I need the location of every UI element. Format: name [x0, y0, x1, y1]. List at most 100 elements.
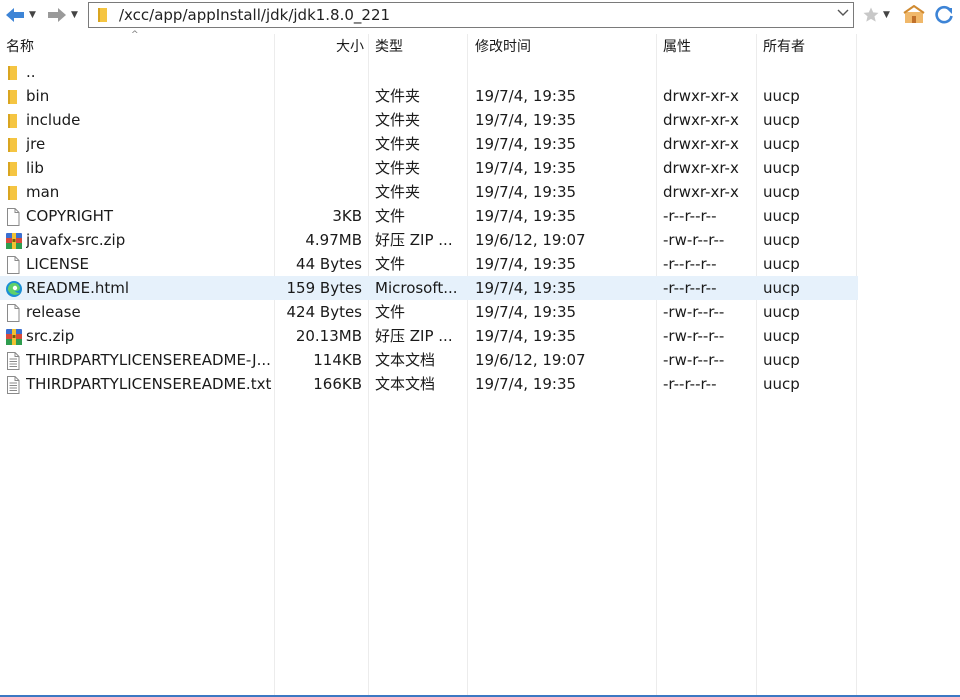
file-row[interactable]: lib 文件夹 19/7/4, 19:35 drwxr-xr-x uucp [0, 156, 858, 180]
file-permissions: -r--r--r-- [663, 207, 717, 225]
file-modified: 19/7/4, 19:35 [475, 135, 577, 153]
file-row[interactable]: include 文件夹 19/7/4, 19:35 drwxr-xr-x uucp [0, 108, 858, 132]
file-name: LICENSE [26, 255, 89, 273]
edge-icon [5, 280, 22, 297]
file-name: COPYRIGHT [26, 207, 114, 225]
file-permissions: -r--r--r-- [663, 375, 717, 393]
file-type: 好压 ZIP ... [375, 327, 453, 345]
back-arrow-icon [6, 8, 24, 22]
file-modified: 19/7/4, 19:35 [475, 303, 577, 321]
file-permissions: -r--r--r-- [663, 279, 717, 297]
file-modified: 19/6/12, 19:07 [475, 351, 586, 369]
file-permissions [663, 60, 755, 84]
file-name: .. [26, 63, 36, 81]
file-permissions: -rw-r--r-- [663, 303, 725, 321]
file-owner: uucp [763, 375, 800, 393]
file-permissions: -rw-r--r-- [663, 327, 725, 345]
file-row[interactable]: man 文件夹 19/7/4, 19:35 drwxr-xr-x uucp [0, 180, 858, 204]
file-type: 文件夹 [375, 111, 421, 129]
home-icon [903, 5, 925, 23]
file-permissions: drwxr-xr-x [663, 159, 739, 177]
chevron-down-icon: ▼ [71, 10, 78, 20]
toolbar: ▼ ▼ /xcc/app/appInstall/jdk/jdk1.8.0_221… [0, 0, 960, 32]
file-permissions: drwxr-xr-x [663, 111, 739, 129]
file-modified: 19/7/4, 19:35 [475, 375, 577, 393]
file-size: 44 Bytes [296, 255, 362, 273]
file-type: 文件夹 [375, 87, 421, 105]
file-owner: uucp [763, 183, 800, 201]
file-row[interactable]: COPYRIGHT 3KB 文件 19/7/4, 19:35 -r--r--r-- uuc… [0, 204, 858, 228]
text-doc-icon [5, 352, 21, 370]
file-name: release [26, 303, 81, 321]
column-owner[interactable]: 所有者 [763, 34, 855, 60]
file-name: jre [26, 135, 46, 153]
file-size [272, 180, 362, 204]
zip-icon [5, 328, 22, 345]
file-type: 文件 [375, 303, 406, 321]
file-icon [5, 256, 21, 274]
file-modified: 19/7/4, 19:35 [475, 111, 577, 129]
file-row[interactable]: javafx-src.zip 4.97MB 好压 ZIP ... 19/6/12, 1… [0, 228, 858, 252]
file-type: 文件 [375, 207, 406, 225]
file-owner: uucp [763, 351, 800, 369]
file-name: man [26, 183, 60, 201]
address-path: /xcc/app/appInstall/jdk/jdk1.8.0_221 [119, 6, 391, 24]
file-icon [5, 304, 21, 322]
file-row[interactable]: THIRDPARTYLICENSEREADME.txt 166KB 文本文档 19/7… [0, 372, 858, 396]
file-type: 文件夹 [375, 135, 421, 153]
refresh-icon [935, 5, 953, 24]
file-icon [5, 208, 21, 226]
file-modified: 19/7/4, 19:35 [475, 207, 577, 225]
file-size: 424 Bytes [286, 303, 363, 321]
file-modified: 19/7/4, 19:35 [475, 159, 577, 177]
file-modified [475, 60, 655, 84]
file-permissions: -rw-r--r-- [663, 351, 725, 369]
forward-button[interactable]: ▼ [46, 5, 78, 25]
file-modified: 19/6/12, 19:07 [475, 231, 586, 249]
forward-arrow-icon [48, 8, 66, 22]
column-attributes[interactable]: 属性 [663, 34, 755, 60]
file-size: 20.13MB [295, 327, 362, 345]
file-permissions: drwxr-xr-x [663, 183, 739, 201]
file-row[interactable]: release 424 Bytes 文件 19/7/4, 19:35 -rw-r--r-… [0, 300, 858, 324]
file-row[interactable]: LICENSE 44 Bytes 文件 19/7/4, 19:35 -r--r--r--… [0, 252, 858, 276]
file-row[interactable]: README.html 159 Bytes Microsoft... 19/7/4, … [0, 276, 858, 300]
back-button[interactable]: ▼ [4, 5, 36, 25]
column-type[interactable]: 类型 [375, 34, 467, 60]
file-row[interactable]: jre 文件夹 19/7/4, 19:35 drwxr-xr-x uucp [0, 132, 858, 156]
file-type: 文本文档 [375, 351, 436, 369]
file-name: src.zip [26, 327, 75, 345]
column-size[interactable]: 大小 [274, 34, 364, 60]
file-permissions: drwxr-xr-x [663, 87, 739, 105]
file-size [272, 132, 362, 156]
file-row[interactable]: .. [0, 60, 858, 84]
bookmark-button[interactable]: ▼ [862, 4, 890, 26]
folder-icon [98, 8, 107, 22]
file-owner: uucp [763, 159, 800, 177]
file-owner: uucp [763, 207, 800, 225]
file-modified: 19/7/4, 19:35 [475, 183, 577, 201]
file-row[interactable]: src.zip 20.13MB 好压 ZIP ... 19/7/4, 19:35 -rw… [0, 324, 858, 348]
column-modified[interactable]: 修改时间 [475, 34, 655, 60]
file-permissions: drwxr-xr-x [663, 135, 739, 153]
chevron-down-icon[interactable] [837, 7, 849, 21]
column-header: 名称 大小 类型 修改时间 属性 所有者 [0, 34, 858, 60]
file-modified: 19/7/4, 19:35 [475, 327, 577, 345]
file-type: 好压 ZIP ... [375, 231, 453, 249]
file-type: 文件夹 [375, 183, 421, 201]
file-owner: uucp [763, 135, 800, 153]
file-size: 4.97MB [305, 231, 362, 249]
file-owner: uucp [763, 111, 800, 129]
file-type: 文件夹 [375, 159, 421, 177]
refresh-button[interactable] [933, 4, 955, 26]
file-row[interactable]: bin 文件夹 19/7/4, 19:35 drwxr-xr-x uucp [0, 84, 858, 108]
file-name: THIRDPARTYLICENSEREADME-J... [26, 351, 271, 369]
column-name[interactable]: 名称 [6, 34, 274, 60]
file-modified: 19/7/4, 19:35 [475, 255, 577, 273]
address-bar[interactable]: /xcc/app/appInstall/jdk/jdk1.8.0_221 [88, 2, 854, 28]
file-row[interactable]: THIRDPARTYLICENSEREADME-J... 114KB 文本文档 19/… [0, 348, 858, 372]
file-type [375, 60, 463, 84]
file-name: javafx-src.zip [26, 231, 126, 249]
home-button[interactable] [903, 4, 925, 26]
file-owner: uucp [763, 279, 800, 297]
